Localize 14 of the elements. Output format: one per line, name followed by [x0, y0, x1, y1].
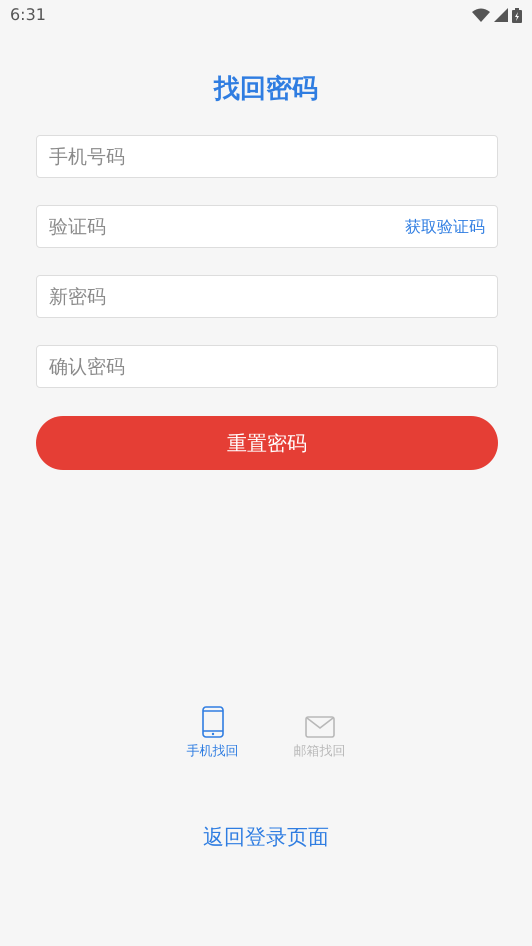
input-field[interactable]: 确认密码: [36, 345, 498, 388]
wifi-icon: [472, 8, 490, 22]
recovery-tab[interactable]: 手机找回: [186, 704, 238, 762]
signal-icon: [494, 8, 508, 22]
back-to-login-link[interactable]: 返回登录页面: [203, 822, 329, 854]
input-field[interactable]: 新密码: [36, 275, 498, 318]
envelope-icon: [304, 716, 334, 738]
input-field[interactable]: 手机号码: [36, 135, 498, 178]
get-code-button[interactable]: 获取验证码: [393, 214, 497, 239]
status-time: 6:31: [10, 4, 46, 26]
phone-icon: [202, 706, 224, 738]
reset-password-button[interactable]: 重置密码: [36, 416, 498, 470]
page-title: 找回密码: [214, 74, 318, 106]
battery-icon: [512, 8, 522, 22]
